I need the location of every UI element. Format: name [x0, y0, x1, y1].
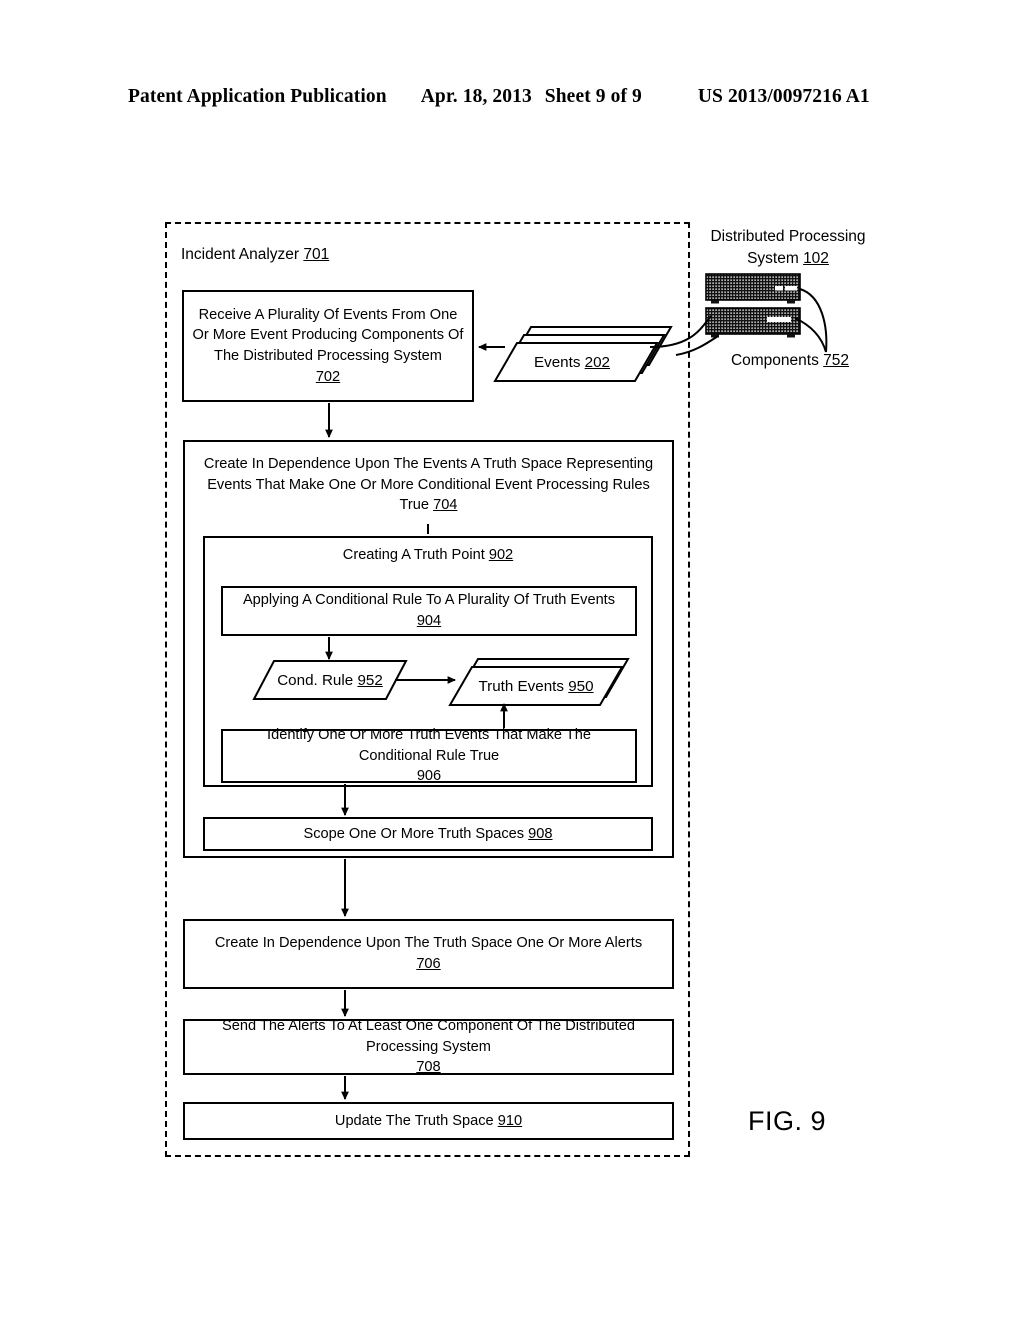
components-ref: 752: [823, 352, 850, 369]
data-object-events: Events 202: [493, 325, 673, 382]
page-header: Patent Application Publication Apr. 18, …: [128, 86, 896, 112]
figure-label: FIG. 9: [748, 1106, 827, 1136]
data-object-truth-events: Truth Events 950: [448, 657, 630, 706]
process-block-908-text: Scope One Or More Truth Spaces: [303, 825, 525, 842]
components-label: Components 752: [700, 352, 880, 370]
process-block-902-ref: 902: [488, 547, 514, 563]
process-block-906-ref: 906: [416, 768, 442, 785]
components-label-text: Components: [730, 352, 819, 369]
process-block-902-text: Creating A Truth Point: [342, 547, 485, 563]
process-block-908-ref: 908: [528, 825, 553, 842]
process-block-708: Send The Alerts To At Least One Componen…: [183, 1017, 674, 1076]
process-block-706-ref: 706: [416, 956, 441, 972]
incident-analyzer-label: Incident Analyzer 701: [181, 246, 329, 264]
incident-analyzer-label-text: Incident Analyzer: [181, 246, 300, 263]
dps-line2: System: [747, 250, 799, 267]
process-block-906-text: Identify One Or More Truth Events That M…: [267, 726, 591, 764]
process-block-904: Applying A Conditional Rule To A Plurali…: [221, 586, 637, 636]
incident-analyzer-ref: 701: [303, 246, 330, 263]
process-block-708-ref: 708: [416, 1059, 441, 1076]
dps-ref: 102: [803, 250, 829, 267]
process-block-902-title: Creating A Truth Point 902: [205, 547, 651, 563]
process-block-910-ref: 910: [497, 1112, 523, 1129]
header-date-text: Apr. 18, 2013: [420, 86, 532, 107]
process-block-702-text: Receive A Plurality Of Events From One O…: [192, 306, 464, 364]
process-block-706: Create In Dependence Upon The Truth Spac…: [183, 919, 674, 989]
process-block-910: Update The Truth Space 910: [183, 1102, 674, 1140]
process-block-906: Identify One Or More Truth Events That M…: [221, 727, 637, 784]
process-block-704-ref: 704: [433, 497, 458, 514]
process-block-708-text: Send The Alerts To At Least One Componen…: [222, 1017, 635, 1055]
process-block-704-title: Create In Dependence Upon The Events A T…: [193, 454, 664, 516]
process-block-908-line: Scope One Or More Truth Spaces 908: [303, 824, 552, 845]
process-block-704-text: Create In Dependence Upon The Events A T…: [203, 456, 654, 514]
header-publication-text: Patent Application Publication: [128, 86, 387, 107]
process-block-904-ref: 904: [416, 613, 442, 629]
process-block-910-text: Update The Truth Space: [334, 1112, 494, 1129]
process-block-904-text: Applying A Conditional Rule To A Plurali…: [242, 592, 616, 609]
process-block-706-text: Create In Dependence Upon The Truth Spac…: [214, 935, 643, 952]
distributed-processing-system-label: Distributed Processing System 102: [693, 226, 883, 270]
header-patent-number: US 2013/0097216 A1: [697, 86, 870, 107]
server-stack-icon: [703, 273, 807, 345]
process-block-910-line: Update The Truth Space 910: [335, 1111, 522, 1132]
process-block-908: Scope One Or More Truth Spaces 908: [203, 817, 653, 851]
process-block-702: Receive A Plurality Of Events From One O…: [182, 290, 474, 402]
process-block-702-ref: 702: [315, 368, 341, 385]
data-object-cond-rule: Cond. Rule 952: [252, 659, 408, 700]
dps-line2-wrap: System 102: [693, 248, 883, 270]
dps-line1: Distributed Processing: [710, 228, 866, 245]
header-sheet-text: Sheet 9 of 9: [544, 86, 642, 107]
